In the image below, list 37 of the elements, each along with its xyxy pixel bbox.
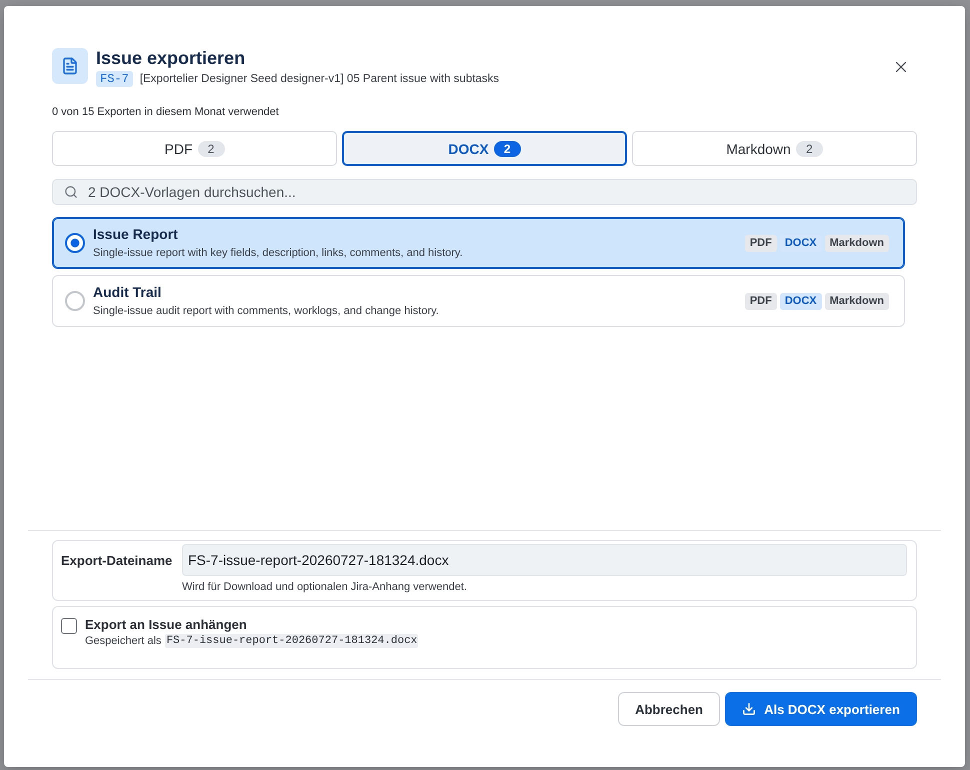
format-tag: PDF bbox=[744, 234, 777, 252]
template-description: Single-issue audit report with comments, worklogs, and change history. bbox=[93, 304, 439, 318]
template-description: Single-issue report with key fields, description, links, comments, and history. bbox=[93, 246, 463, 260]
filename-hint: Wird für Download und optionalen Jira-Anhang verwendet. bbox=[182, 580, 468, 594]
checkbox[interactable] bbox=[61, 618, 77, 634]
saved-filename-code: FS-7-issue-report-20260727-181324.docx bbox=[165, 634, 418, 648]
tab-count: 2 bbox=[494, 140, 521, 156]
format-tab[interactable]: DOCX 2 bbox=[342, 131, 627, 166]
radio-button[interactable] bbox=[65, 233, 85, 253]
dialog-title: Issue exportieren bbox=[96, 48, 246, 68]
format-tag: PDF bbox=[744, 292, 777, 310]
template-option[interactable]: Issue Report Single-issue report with key fields, description, links, comments, and history. PDF DOCX Markdown bbox=[52, 217, 905, 269]
format-tab[interactable]: PDF 2 bbox=[52, 131, 337, 166]
search-icon bbox=[64, 185, 78, 199]
search-field[interactable]: 2 DOCX-Vorlagen durchsuchen... bbox=[52, 179, 917, 205]
format-tag: Markdown bbox=[824, 234, 889, 252]
template-name: Audit Trail bbox=[93, 284, 162, 301]
document-icon bbox=[52, 48, 88, 84]
template-name: Issue Report bbox=[93, 226, 179, 243]
saved-as-label: Gespeichert als bbox=[85, 635, 162, 647]
issue-summary: [Exportelier Designer Seed designer-v1] 05 Parent issue with subtasks bbox=[140, 73, 500, 85]
template-option[interactable]: Audit Trail Single-issue audit report with comments, worklogs, and change history. PDF DOCX Markdown bbox=[52, 275, 905, 327]
cancel-button[interactable]: Abbrechen bbox=[618, 692, 720, 726]
radio-button[interactable] bbox=[65, 291, 85, 311]
export-button[interactable]: Als DOCX exportieren bbox=[725, 692, 917, 726]
download-icon bbox=[742, 702, 756, 716]
attach-label: Export an Issue anhängen bbox=[85, 617, 248, 632]
filename-label: Export-Dateiname bbox=[61, 552, 174, 568]
format-tag: DOCX bbox=[780, 234, 822, 252]
filename-field[interactable]: FS-7-issue-report-20260727-181324.docx bbox=[182, 544, 907, 576]
tab-count: 2 bbox=[198, 140, 224, 156]
format-tag: Markdown bbox=[824, 292, 889, 310]
issue-key-badge: FS-7 bbox=[96, 71, 133, 87]
tab-count: 2 bbox=[796, 140, 823, 156]
usage-text: 0 von 15 Exporten in diesem Monat verwendet bbox=[52, 105, 280, 119]
format-tag: DOCX bbox=[780, 292, 822, 310]
format-tab[interactable]: Markdown 2 bbox=[632, 131, 917, 166]
